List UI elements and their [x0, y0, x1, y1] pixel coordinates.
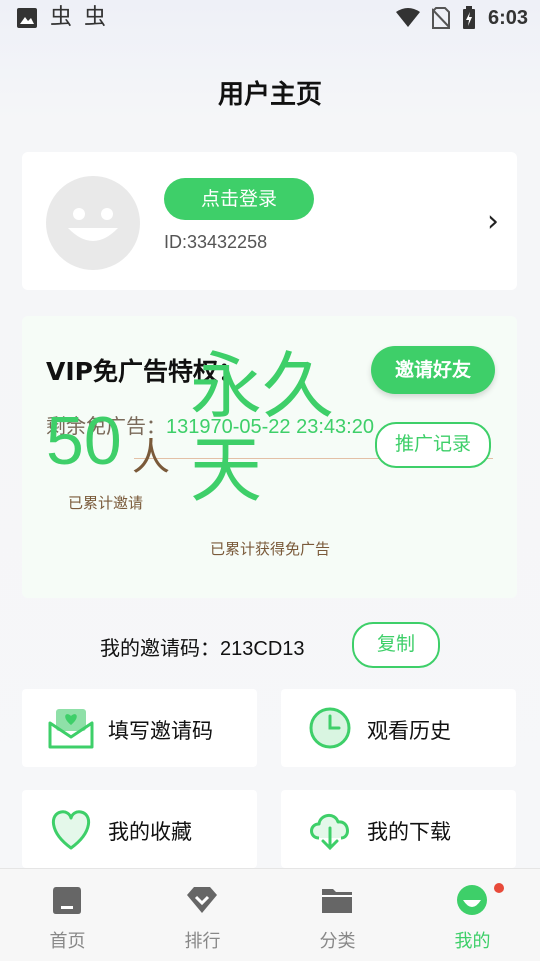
invite-count: 50 — [46, 403, 122, 479]
folder-icon — [322, 889, 352, 913]
invite-code-value: 213CD13 — [220, 638, 305, 660]
no-sim-icon — [431, 7, 450, 29]
invite-code-row: 我的邀请码：213CD13 复制 — [0, 622, 540, 668]
app-notification-icon: 虫 — [50, 5, 73, 30]
bottom-tab-bar: 首页 排行 分类 我的 — [0, 868, 540, 961]
invite-unit: 人 — [132, 435, 171, 479]
default-avatar-icon — [68, 208, 118, 241]
tile-label: 我的收藏 — [108, 820, 192, 844]
battery-charging-icon — [462, 6, 475, 29]
login-button[interactable]: 点击登录 — [164, 178, 314, 220]
clock-icon — [309, 707, 351, 749]
image-icon — [17, 8, 37, 28]
tile-label: 填写邀请码 — [108, 719, 213, 743]
cumulative-free-ads-label: 已累计获得免广告 — [210, 540, 331, 558]
status-bar: 虫 虫 6:03 — [0, 0, 540, 38]
smile-face-icon — [457, 885, 487, 915]
copy-button[interactable]: 复制 — [352, 622, 440, 668]
tab-label: 我的 — [454, 931, 491, 952]
tab-mine[interactable]: 我的 — [405, 869, 540, 961]
profile-card[interactable]: 点击登录 ID:33432258 › — [22, 152, 517, 290]
tile-label: 我的下载 — [367, 820, 451, 844]
mail-heart-icon — [48, 709, 94, 749]
cloud-download-icon — [310, 814, 349, 851]
invite-code-label: 我的邀请码： — [100, 636, 220, 660]
notification-badge — [494, 883, 504, 893]
cumulative-invites-label: 已累计邀请 — [68, 494, 144, 512]
avatar[interactable] — [46, 176, 140, 270]
tile-downloads[interactable]: 我的下载 — [281, 790, 516, 868]
tab-ranking[interactable]: 排行 — [135, 869, 270, 961]
tab-label: 分类 — [319, 931, 356, 952]
heart-icon — [52, 810, 90, 850]
status-time: 6:03 — [487, 6, 528, 29]
tab-label: 首页 — [49, 931, 86, 952]
free-ads-duration: 永久天 — [190, 344, 335, 512]
tile-favorites[interactable]: 我的收藏 — [22, 790, 257, 868]
tab-label: 排行 — [184, 931, 221, 952]
tab-category[interactable]: 分类 — [270, 869, 405, 961]
promotion-records-button[interactable]: 推广记录 — [375, 422, 491, 468]
chevron-right-icon[interactable]: › — [487, 204, 499, 239]
page-title: 用户主页 — [217, 80, 322, 110]
app-notification-icon: 虫 — [84, 5, 107, 30]
invite-code: 我的邀请码：213CD13 — [100, 632, 305, 661]
vip-card: VIP免广告特权： 邀请好友 剩余免广告：131970-05-22 23:43:… — [22, 316, 517, 598]
tile-label: 观看历史 — [367, 719, 451, 743]
wifi-icon — [395, 8, 420, 27]
tab-home[interactable]: 首页 — [0, 869, 135, 961]
ranking-icon — [187, 887, 217, 913]
home-icon — [53, 887, 81, 914]
tile-watch-history[interactable]: 观看历史 — [281, 689, 516, 767]
invite-friends-button[interactable]: 邀请好友 — [371, 346, 495, 394]
tile-enter-invite-code[interactable]: 填写邀请码 — [22, 689, 257, 767]
user-id: ID:33432258 — [164, 232, 268, 252]
